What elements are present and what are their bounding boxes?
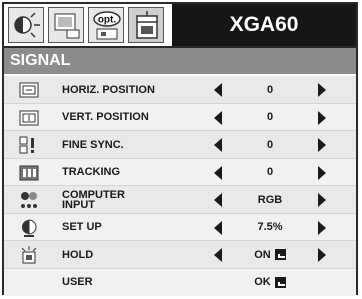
increase-arrow[interactable]	[318, 138, 326, 152]
signal-menu-icon	[136, 11, 158, 39]
setup-icon	[22, 218, 37, 237]
row-value: 0	[226, 159, 314, 186]
decrease-arrow[interactable]	[214, 220, 222, 235]
decrease-arrow[interactable]	[214, 138, 222, 152]
tab-options[interactable]: opt.	[88, 7, 124, 43]
computer-input-icon	[21, 192, 37, 208]
row-vert-position[interactable]: VERT. POSITION 0	[4, 103, 356, 131]
horiz-position-icon	[19, 82, 39, 98]
tab-signal[interactable]	[128, 7, 164, 43]
row-label: TRACKING	[62, 166, 121, 178]
signal-settings-list: HORIZ. POSITION 0 VERT. POSITION 0 FINE …	[4, 76, 356, 296]
row-value: RGB	[226, 186, 314, 213]
row-label: HORIZ. POSITION	[62, 83, 155, 96]
value-text: 0	[266, 111, 274, 123]
value-text: RGB	[257, 193, 283, 206]
row-tracking[interactable]: TRACKING 0	[4, 158, 356, 186]
vert-position-icon	[19, 110, 39, 125]
row-value: 0	[226, 76, 314, 103]
row-label: COMPUTER INPUT	[62, 188, 125, 211]
enter-icon	[274, 276, 286, 288]
enter-icon	[274, 249, 286, 260]
row-horiz-position[interactable]: HORIZ. POSITION 0	[4, 76, 356, 104]
increase-arrow[interactable]	[318, 220, 326, 235]
increase-arrow[interactable]	[318, 83, 326, 97]
row-value: 7.5%	[226, 214, 314, 241]
tracking-icon	[19, 165, 39, 180]
row-setup[interactable]: SET UP 7.5%	[4, 213, 356, 241]
increase-arrow[interactable]	[318, 165, 326, 180]
increase-arrow[interactable]	[318, 193, 326, 207]
row-label: HOLD	[62, 248, 94, 261]
value-text: ON	[254, 248, 271, 261]
row-value: 0	[226, 104, 314, 131]
value-text: 7.5%	[257, 221, 283, 233]
row-label: VERT. POSITION	[62, 111, 149, 123]
decrease-arrow[interactable]	[214, 193, 222, 207]
menu-header: opt. XGA60	[4, 4, 356, 48]
decrease-arrow[interactable]	[214, 110, 222, 125]
image-icon	[54, 13, 80, 39]
row-computer-input[interactable]: COMPUTER INPUT RGB	[4, 186, 356, 214]
row-label: FINE SYNC.	[62, 138, 124, 151]
row-label: SET UP	[62, 221, 102, 233]
opt-tab-label: opt.	[98, 15, 117, 26]
tab-picture-adjust[interactable]	[8, 7, 44, 43]
value-text: 0	[266, 83, 274, 96]
tab-image[interactable]	[48, 7, 84, 43]
row-value: ON	[226, 241, 314, 268]
row-user[interactable]: USER OK	[4, 268, 356, 296]
section-title: SIGNAL	[4, 48, 356, 74]
row-label: USER	[62, 276, 93, 288]
value-text: OK	[254, 276, 271, 288]
decrease-arrow[interactable]	[214, 248, 222, 262]
options-icon: opt.	[93, 11, 121, 40]
decrease-arrow[interactable]	[214, 83, 222, 97]
value-text: 0	[266, 138, 274, 151]
model-name: XGA60	[172, 4, 356, 46]
value-text: 0	[266, 166, 274, 178]
row-fine-sync[interactable]: FINE SYNC. 0	[4, 131, 356, 159]
picture-adjust-icon	[14, 12, 40, 38]
hold-icon	[21, 246, 37, 264]
row-value: 0	[226, 131, 314, 158]
fine-sync-icon	[19, 136, 34, 154]
increase-arrow[interactable]	[318, 248, 326, 262]
osd-menu: opt. XGA60 SIGNAL HORIZ. POSITION 0 VERT…	[2, 2, 358, 296]
row-value[interactable]: OK	[226, 269, 314, 296]
row-hold[interactable]: HOLD ON	[4, 241, 356, 269]
increase-arrow[interactable]	[318, 110, 326, 125]
decrease-arrow[interactable]	[214, 165, 222, 180]
